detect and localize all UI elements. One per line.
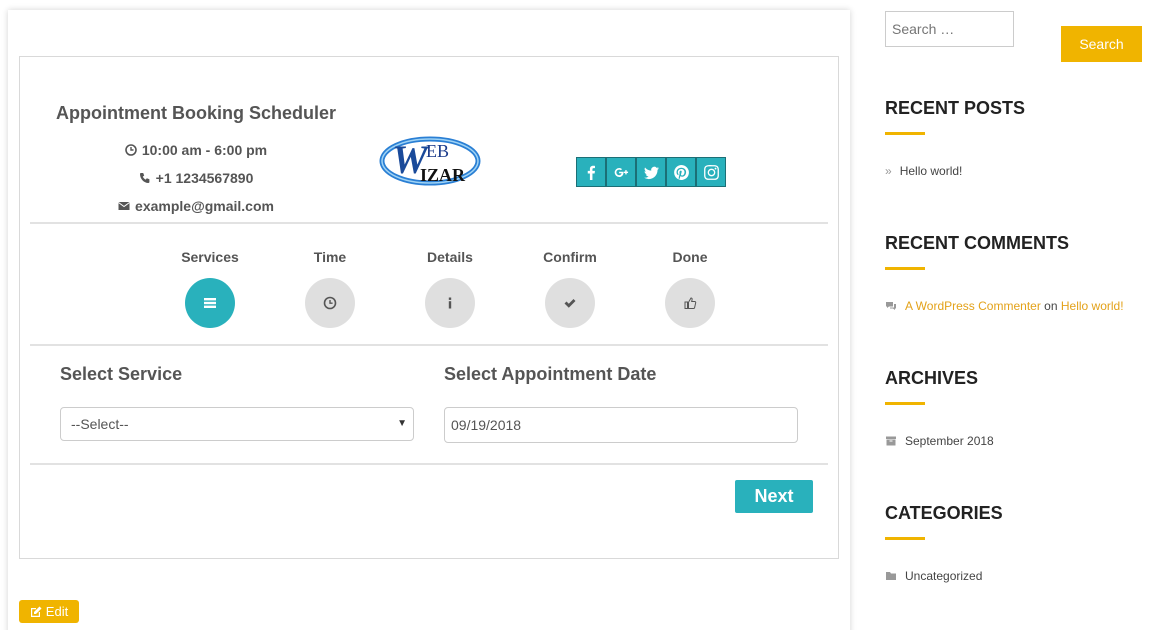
business-hours: 10:00 am - 6:00 pm — [20, 136, 372, 164]
step-circle — [305, 278, 355, 328]
edit-icon — [30, 606, 42, 617]
step-done[interactable]: Done — [630, 249, 750, 328]
pinterest-button[interactable] — [666, 157, 696, 187]
list-icon — [204, 298, 216, 308]
step-confirm[interactable]: Confirm — [510, 249, 630, 328]
step-label: Confirm — [543, 249, 597, 265]
step-time[interactable]: Time — [270, 249, 390, 328]
pinterest-icon — [673, 164, 689, 180]
search-input[interactable] — [885, 11, 1014, 47]
envelope-icon — [118, 202, 130, 210]
folder-icon — [886, 572, 896, 580]
service-label: Select Service — [60, 364, 183, 384]
step-circle — [185, 278, 235, 328]
step-details[interactable]: Details — [390, 249, 510, 328]
next-button[interactable]: Next — [735, 480, 813, 513]
recent-comment-item: A WordPress Commenter on Hello world! — [885, 299, 1124, 313]
archive-icon — [886, 436, 896, 446]
social-links — [576, 157, 726, 187]
archives-title: ARCHIVES — [885, 368, 979, 388]
recent-comments-title: RECENT COMMENTS — [885, 233, 1069, 253]
comment-author-link[interactable]: A WordPress Commenter — [905, 299, 1041, 313]
search-button[interactable]: Search — [1061, 26, 1142, 62]
svg-text:IZAR: IZAR — [420, 165, 466, 185]
step-label: Done — [672, 249, 708, 265]
comments-icon — [886, 302, 896, 310]
google-plus-button[interactable] — [606, 157, 636, 187]
comment-post-link[interactable]: Hello world! — [1061, 299, 1124, 313]
clock-icon — [323, 296, 337, 310]
archive-link[interactable]: September 2018 — [905, 434, 994, 448]
comment-on-text: on — [1044, 299, 1058, 313]
service-select-value: --Select-- — [71, 416, 129, 432]
edit-label: Edit — [45, 604, 69, 619]
edit-button[interactable]: Edit — [19, 600, 79, 623]
title-underline — [885, 132, 925, 135]
phone-text: +1 1234567890 — [155, 170, 254, 186]
archive-item[interactable]: September 2018 — [885, 434, 994, 448]
hours-text: 10:00 am - 6:00 pm — [141, 142, 268, 158]
business-info: Appointment Booking Scheduler 10:00 am -… — [20, 103, 372, 220]
category-item[interactable]: Uncategorized — [885, 569, 982, 583]
webwizar-logo: W EB IZAR — [379, 136, 481, 186]
google-plus-icon — [614, 167, 628, 177]
twitter-icon — [643, 166, 659, 179]
divider — [30, 344, 828, 346]
booking-widget: Appointment Booking Scheduler 10:00 am -… — [19, 56, 839, 559]
caret-down-icon: ▼ — [397, 418, 407, 429]
instagram-button[interactable] — [696, 157, 726, 187]
service-select[interactable]: --Select-- ▼ — [60, 407, 414, 441]
facebook-button[interactable] — [576, 157, 606, 187]
step-label: Details — [427, 249, 473, 265]
category-link[interactable]: Uncategorized — [905, 569, 982, 583]
twitter-button[interactable] — [636, 157, 666, 187]
check-icon — [564, 299, 576, 308]
appointment-date-input[interactable] — [444, 407, 798, 443]
svg-text:EB: EB — [426, 141, 449, 161]
step-circle — [665, 278, 715, 328]
clock-icon — [125, 144, 137, 156]
recent-posts-title: RECENT POSTS — [885, 98, 1026, 118]
categories-title: CATEGORIES — [885, 503, 1003, 523]
step-label: Services — [181, 249, 239, 265]
instagram-icon — [703, 164, 719, 180]
phone-icon — [139, 173, 150, 183]
business-title: Appointment Booking Scheduler — [55, 103, 336, 123]
facebook-icon — [587, 165, 595, 180]
business-phone: +1 1234567890 — [20, 164, 372, 192]
date-label: Select Appointment Date — [444, 364, 657, 384]
step-services[interactable]: Services — [150, 249, 270, 328]
business-email: example@gmail.com — [20, 192, 372, 220]
thumbs-up-icon — [684, 297, 697, 309]
info-icon — [448, 297, 452, 309]
title-underline — [885, 402, 925, 405]
double-chevron-icon: » — [885, 164, 892, 178]
recent-post-link[interactable]: Hello world! — [900, 164, 963, 178]
divider — [30, 222, 828, 224]
title-underline — [885, 537, 925, 540]
title-underline — [885, 267, 925, 270]
step-circle — [425, 278, 475, 328]
step-circle — [545, 278, 595, 328]
step-label: Time — [313, 249, 347, 265]
booking-steps: Services Time Details Confirm Done — [150, 249, 750, 328]
recent-post-item[interactable]: » Hello world! — [885, 164, 962, 178]
email-text: example@gmail.com — [135, 198, 274, 214]
divider — [30, 463, 828, 465]
